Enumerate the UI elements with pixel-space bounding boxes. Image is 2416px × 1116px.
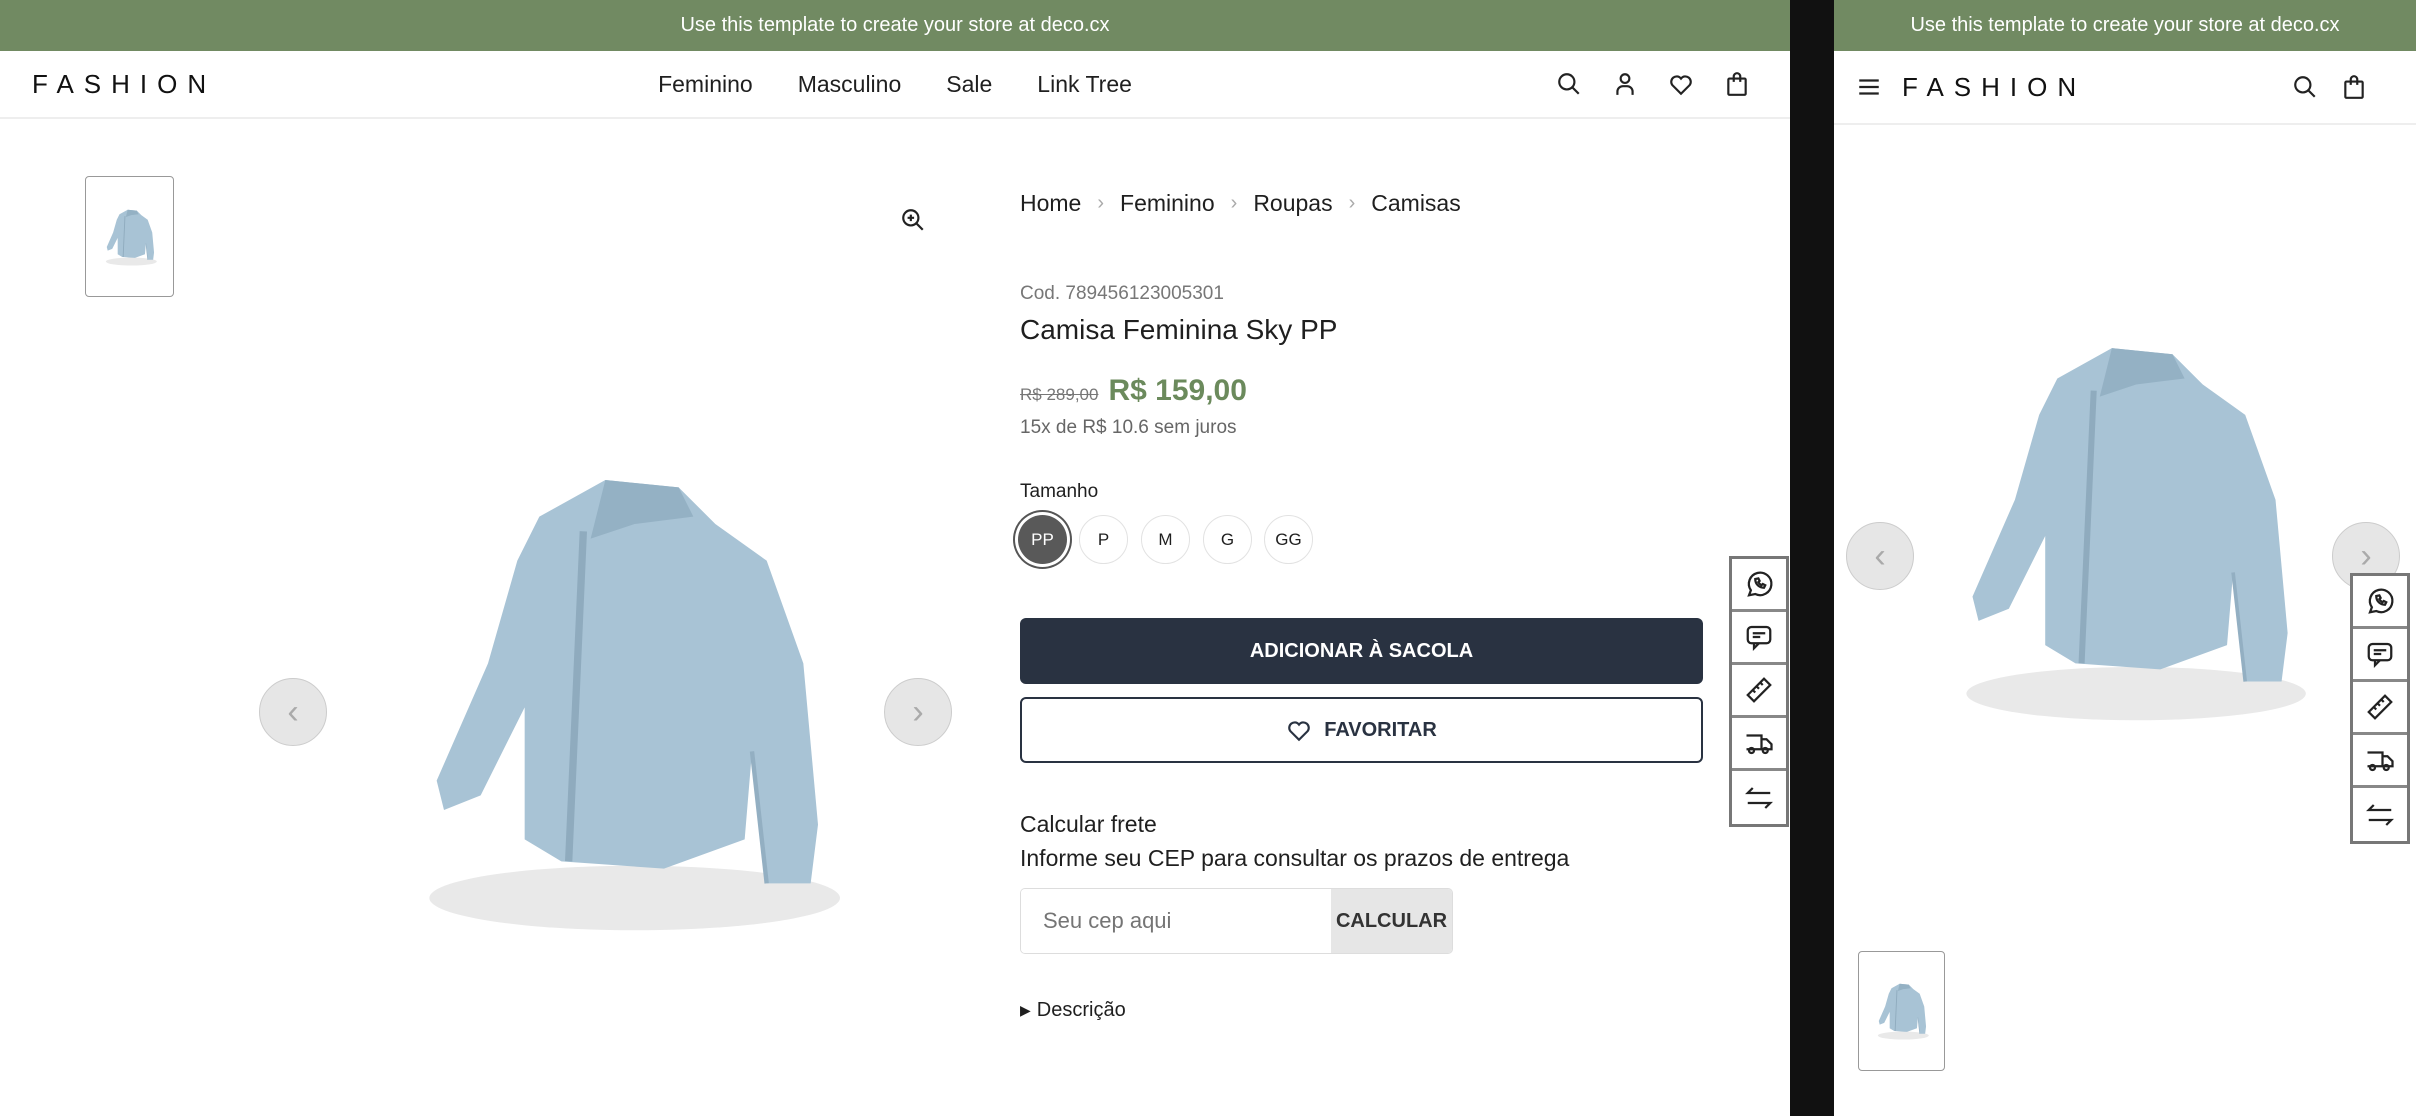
desktop-view: Use this template to create your store a… bbox=[0, 0, 1790, 1116]
chevron-left-icon: ‹ bbox=[287, 692, 299, 731]
header: FASHION Feminino Masculino Sale Link Tre… bbox=[0, 51, 1790, 119]
zoom-in-icon[interactable] bbox=[900, 207, 926, 233]
shipping-subtitle: Informe seu CEP para consultar os prazos… bbox=[1020, 845, 1570, 871]
thumbnail[interactable] bbox=[85, 176, 174, 297]
calculate-button[interactable]: CALCULAR bbox=[1331, 889, 1452, 953]
chat-icon[interactable] bbox=[2353, 629, 2407, 682]
ruler-icon[interactable] bbox=[2353, 682, 2407, 735]
breadcrumb: Home › Feminino › Roupas › Camisas bbox=[1020, 190, 1461, 217]
promo-banner[interactable]: Use this template to create your store a… bbox=[0, 0, 1790, 51]
search-icon[interactable] bbox=[1556, 71, 1582, 97]
nav-link-tree[interactable]: Link Tree bbox=[1037, 71, 1132, 98]
chevron-right-icon: › bbox=[2360, 536, 2372, 575]
chevron-right-icon: › bbox=[1097, 192, 1105, 214]
description-label: Descrição bbox=[1036, 999, 1126, 1021]
swap-icon[interactable] bbox=[1732, 771, 1786, 824]
list-price: R$ 289,00 bbox=[1020, 385, 1099, 404]
bag-icon[interactable] bbox=[2341, 74, 2367, 100]
product-code: Cod. 789456123005301 bbox=[1020, 283, 1224, 304]
logo[interactable]: FASHION bbox=[1902, 72, 2086, 103]
truck-icon[interactable] bbox=[2353, 735, 2407, 788]
nav-masculino[interactable]: Masculino bbox=[798, 71, 902, 98]
sale-price: R$ 159,00 bbox=[1108, 374, 1247, 407]
size-option-g[interactable]: G bbox=[1203, 515, 1252, 564]
favorite-button[interactable]: FAVORITAR bbox=[1020, 697, 1703, 763]
product-thumbnail-image bbox=[1874, 981, 1929, 1041]
favorite-label: FAVORITAR bbox=[1324, 718, 1437, 741]
thumbnail[interactable] bbox=[1858, 951, 1945, 1071]
size-option-m[interactable]: M bbox=[1141, 515, 1190, 564]
promo-banner[interactable]: Use this template to create your store a… bbox=[1834, 0, 2416, 51]
breadcrumb-camisas[interactable]: Camisas bbox=[1371, 190, 1460, 217]
product-image bbox=[1934, 330, 2314, 730]
nav-feminino[interactable]: Feminino bbox=[658, 71, 753, 98]
search-icon[interactable] bbox=[2292, 74, 2318, 100]
hamburger-menu-icon[interactable] bbox=[1856, 74, 1882, 100]
add-to-bag-button[interactable]: ADICIONAR À SACOLA bbox=[1020, 618, 1703, 684]
installments: 15x de R$ 10.6 sem juros bbox=[1020, 417, 1237, 438]
nav-sale[interactable]: Sale bbox=[946, 71, 992, 98]
breadcrumb-roupas[interactable]: Roupas bbox=[1253, 190, 1332, 217]
product-thumbnail-image bbox=[102, 207, 157, 267]
breadcrumb-home[interactable]: Home bbox=[1020, 190, 1081, 217]
swap-icon[interactable] bbox=[2353, 788, 2407, 841]
cep-input[interactable] bbox=[1021, 889, 1331, 953]
header: FASHION bbox=[1834, 51, 2416, 125]
banner-text: Use this template to create your store a… bbox=[1910, 14, 2340, 36]
ruler-icon[interactable] bbox=[1732, 665, 1786, 718]
bag-icon[interactable] bbox=[1724, 71, 1750, 97]
truck-icon[interactable] bbox=[1732, 718, 1786, 771]
product-image bbox=[400, 450, 840, 950]
side-tools bbox=[1729, 556, 1789, 827]
size-option-p[interactable]: P bbox=[1079, 515, 1128, 564]
shipping-form: CALCULAR bbox=[1020, 888, 1453, 954]
chevron-right-icon: › bbox=[1348, 192, 1356, 214]
triangle-right-icon: ▶ bbox=[1020, 1002, 1031, 1018]
breadcrumb-feminino[interactable]: Feminino bbox=[1120, 190, 1215, 217]
user-icon[interactable] bbox=[1612, 71, 1638, 97]
size-label: Tamanho bbox=[1020, 481, 1099, 502]
mobile-view: Use this template to create your store a… bbox=[1834, 0, 2416, 1116]
main-nav: Feminino Masculino Sale Link Tree bbox=[0, 71, 1790, 98]
shipping-title: Calcular frete bbox=[1020, 811, 1157, 837]
whatsapp-icon[interactable] bbox=[2353, 576, 2407, 629]
chevron-right-icon: › bbox=[1230, 192, 1238, 214]
next-image-button[interactable]: › bbox=[884, 678, 952, 746]
chevron-right-icon: › bbox=[912, 692, 924, 731]
price-block: R$ 289,00 R$ 159,00 bbox=[1020, 374, 1247, 408]
prev-image-button[interactable]: ‹ bbox=[259, 678, 327, 746]
prev-image-button[interactable]: ‹ bbox=[1846, 522, 1914, 590]
chevron-left-icon: ‹ bbox=[1874, 536, 1886, 575]
description-toggle[interactable]: ▶ Descrição bbox=[1020, 999, 1126, 1022]
product-title: Camisa Feminina Sky PP bbox=[1020, 314, 1338, 345]
whatsapp-icon[interactable] bbox=[1732, 559, 1786, 612]
chat-icon[interactable] bbox=[1732, 612, 1786, 665]
size-option-pp[interactable]: PP bbox=[1018, 515, 1067, 564]
banner-text: Use this template to create your store a… bbox=[680, 14, 1110, 36]
size-option-gg[interactable]: GG bbox=[1264, 515, 1313, 564]
heart-icon[interactable] bbox=[1668, 71, 1694, 97]
side-tools bbox=[2350, 573, 2410, 844]
heart-icon bbox=[1286, 717, 1312, 743]
